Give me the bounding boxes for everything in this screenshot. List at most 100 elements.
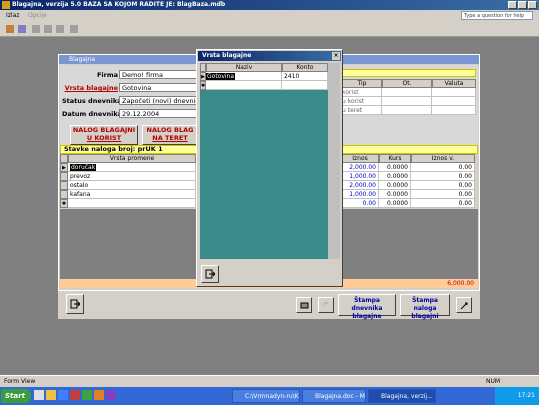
app-title: Blagajna, verzija 5.0 BAZA SA KOJOM RADI… [12, 1, 226, 8]
popup-header-naziv: Naziv [206, 63, 282, 72]
right-row-1-valuta[interactable] [432, 88, 476, 97]
header-iznos: Iznos [341, 154, 379, 163]
stampa-dnevnika-button[interactable]: Štampa dnevnika blagajne [338, 294, 396, 320]
status-dnevnika-field[interactable]: Započeti (novi) dnevnici [119, 96, 199, 105]
view-icon[interactable] [18, 25, 26, 33]
stavke-row-selector[interactable] [60, 172, 68, 181]
nalog-u-korist-button[interactable]: NALOG BLAGAJNI U KORIST [70, 125, 138, 145]
stavke-vrsta-cell[interactable]: ostalo [68, 181, 196, 190]
window-controls [508, 1, 537, 9]
datum-dnevnika-field[interactable]: 29.12.2004 [119, 109, 199, 118]
popup-exit-icon [205, 269, 216, 279]
start-button[interactable]: Start [1, 389, 31, 403]
stavke-kurs-cell[interactable]: 0.0000 [379, 163, 411, 172]
stavke-vrsta-cell[interactable]: prevoz [68, 172, 196, 181]
undo-button[interactable]: ↶ [318, 297, 334, 313]
menu-opcije[interactable]: Opcije [28, 12, 47, 19]
cut-icon[interactable] [32, 25, 40, 33]
task-blagajna[interactable]: Blagajna, verzij... [368, 389, 436, 403]
stavke-iznos-cell[interactable]: 1,000.00 [341, 172, 379, 181]
quicklaunch-icon-1[interactable] [34, 390, 44, 400]
stavke-row-selector[interactable]: ▶ [60, 163, 68, 172]
stavke-kurs-cell[interactable]: 0.0000 [379, 181, 411, 190]
popup-row-naziv[interactable]: Gotovina [206, 72, 282, 81]
popup-close-button[interactable]: × [332, 52, 340, 60]
stavke-vrsta-cell[interactable]: doručak [68, 163, 196, 172]
popup-title-bar: Vrsta blagajne × [198, 51, 341, 61]
popup-row-konto[interactable]: 2410 [282, 72, 328, 81]
stavke-iznos-v-cell[interactable]: 0.00 [411, 190, 475, 199]
help-search-input[interactable]: Type a question for help [461, 11, 533, 20]
design-icon[interactable] [6, 25, 14, 33]
row-selector-header [60, 154, 68, 163]
stavke-iznos-v-cell[interactable]: 0.00 [411, 163, 475, 172]
stavke-vrsta-cell[interactable]: kafana [68, 190, 196, 199]
stavke-iznos-cell[interactable]: 1,000.00 [341, 190, 379, 199]
right-row-1[interactable]: korist [342, 88, 382, 97]
quicklaunch-icon-3[interactable] [58, 390, 68, 400]
header-ot: Ot. [382, 79, 432, 88]
stampa-naloga-button[interactable]: Štampa naloga blagajni [400, 294, 450, 320]
right-row-3-ot[interactable] [382, 106, 432, 115]
form-title: Blagajna [69, 56, 96, 63]
stavke-vrsta-cell[interactable] [68, 199, 196, 208]
maximize-button[interactable] [518, 1, 527, 9]
stavke-iznos-v-cell[interactable]: 0.00 [411, 172, 475, 181]
vrsta-blagajne-field[interactable]: Gotovina [119, 83, 199, 92]
quicklaunch-icon-2[interactable] [46, 390, 56, 400]
app-title-bar: Blagajna, verzija 5.0 BAZA SA KOJOM RADI… [0, 0, 539, 10]
right-row-2[interactable]: u korist [342, 97, 382, 106]
popup-new-row-naziv[interactable] [206, 81, 282, 90]
undo-arrow-icon: ↶ [323, 301, 329, 308]
popup-grid-area: Naziv Konto ▶ Gotovina 2410 ✱ [200, 63, 340, 259]
right-row-2-valuta[interactable] [432, 97, 476, 106]
record-tool-icon [300, 302, 308, 309]
quicklaunch-icon-5[interactable] [82, 390, 92, 400]
exit-form-button[interactable] [66, 294, 84, 314]
taskbar: Start C:\Vrmnadyn-ru\Kd... Blagajna.doc … [0, 387, 539, 405]
task-explorer[interactable]: C:\Vrmnadyn-ru\Kd... [232, 389, 300, 403]
stavke-row-selector[interactable] [60, 190, 68, 199]
stavke-iznos-cell[interactable]: 2,000.00 [341, 163, 379, 172]
stavke-row-selector[interactable] [60, 181, 68, 190]
stavke-kurs-cell[interactable]: 0.0000 [379, 199, 411, 208]
label-vrsta-blagajne[interactable]: Vrsta blagajne [64, 84, 118, 92]
exit-door-icon [70, 299, 81, 309]
stavke-iznos-cell[interactable]: 2,000.00 [341, 181, 379, 190]
stavke-row-selector[interactable]: ✱ [60, 199, 68, 208]
header-vrsta-promene: Vrsta promene [68, 154, 196, 163]
right-row-1-ot[interactable] [382, 88, 432, 97]
stavke-iznos-v-cell[interactable]: 0.00 [411, 199, 475, 208]
header-kurs: Kurs [379, 154, 411, 163]
task-word-doc[interactable]: Blagajna.doc - Mic... [302, 389, 366, 403]
app-icon [2, 1, 10, 9]
help-tool-icon [460, 302, 467, 310]
close-button[interactable] [528, 1, 537, 9]
quick-launch [34, 390, 130, 402]
label-status-dnevnika: Status dnevnika [62, 97, 122, 105]
help-tool-button[interactable] [456, 297, 472, 313]
record-tool-button[interactable] [296, 297, 312, 313]
popup-exit-button[interactable] [201, 265, 219, 283]
stavke-iznos-v-cell[interactable]: 0.00 [411, 181, 475, 190]
header-tip: Tip [342, 79, 382, 88]
popup-scrollbar[interactable] [328, 63, 340, 259]
minimize-button[interactable] [508, 1, 517, 9]
nalog-na-teret-button[interactable]: NALOG BLAG NA TERET [142, 125, 198, 145]
quicklaunch-icon-6[interactable] [94, 390, 104, 400]
undo-icon[interactable] [70, 25, 78, 33]
paste-icon[interactable] [56, 25, 64, 33]
right-row-3[interactable]: u teret [342, 106, 382, 115]
right-row-2-ot[interactable] [382, 97, 432, 106]
selected-vrsta-text: doručak [70, 164, 97, 171]
copy-icon[interactable] [44, 25, 52, 33]
menu-izlaz[interactable]: Izlaz [6, 12, 19, 19]
right-row-3-valuta[interactable] [432, 106, 476, 115]
stavke-iznos-cell[interactable]: 0.00 [341, 199, 379, 208]
stavke-kurs-cell[interactable]: 0.0000 [379, 172, 411, 181]
stavke-kurs-cell[interactable]: 0.0000 [379, 190, 411, 199]
firma-field[interactable]: Demo! firma [119, 70, 199, 79]
popup-new-row-konto[interactable] [282, 81, 328, 90]
quicklaunch-icon-4[interactable] [70, 390, 80, 400]
quicklaunch-icon-7[interactable] [106, 390, 116, 400]
